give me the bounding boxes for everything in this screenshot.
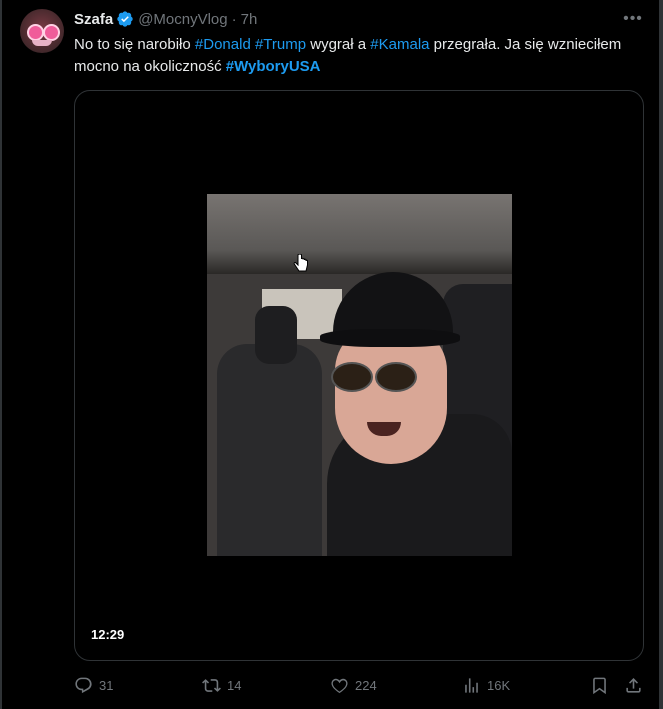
video-thumbnail[interactable]	[207, 194, 512, 556]
tweet-header: Szafa @MocnyVlog · 7h	[74, 9, 257, 29]
like-count: 224	[355, 677, 377, 693]
verified-badge-icon[interactable]	[116, 10, 134, 28]
hashtag-kamala[interactable]: #Kamala	[370, 36, 429, 53]
share-icon	[626, 677, 641, 693]
sunglasses-right	[375, 362, 417, 392]
repost-count: 14	[227, 677, 242, 693]
hashtag-wyboryusa[interactable]: #WyboryUSA	[226, 58, 321, 75]
more-icon[interactable]: •••	[622, 9, 644, 29]
timestamp[interactable]: 7h	[241, 11, 258, 28]
views-button[interactable]: 16K	[462, 672, 510, 698]
repost-button[interactable]: 14	[202, 672, 241, 698]
hashtag-trump[interactable]: #Trump	[255, 36, 306, 53]
views-icon	[465, 677, 478, 693]
car-headrest	[255, 306, 297, 364]
like-icon	[331, 678, 348, 693]
hand-cursor-icon	[293, 254, 308, 272]
avatar-left-eye	[27, 24, 44, 41]
sunglasses-left	[331, 362, 373, 392]
video-player[interactable]: 12:29	[74, 90, 644, 661]
like-button[interactable]: 224	[330, 672, 377, 698]
car-ceiling	[207, 194, 512, 274]
text-part: No to się narobiło	[74, 36, 195, 53]
cap-brim	[320, 329, 460, 347]
avatar-mouth	[32, 40, 52, 46]
author-name[interactable]: Szafa	[74, 11, 113, 28]
video-duration: 12:29	[91, 627, 125, 642]
views-count: 16K	[487, 677, 511, 693]
bookmark-button[interactable]	[590, 672, 615, 698]
tweet[interactable]: Szafa @MocnyVlog · 7h ••• No to się naro…	[0, 0, 663, 709]
bookmark-icon	[593, 677, 606, 694]
text-part: wygrał a	[306, 36, 371, 53]
reply-icon	[75, 677, 92, 693]
hashtag-donald[interactable]: #Donald	[195, 36, 251, 53]
author-handle[interactable]: @MocnyVlog	[138, 11, 227, 28]
tweet-text: No to się narobiło #Donald #Trump wygrał…	[74, 34, 634, 78]
reply-button[interactable]: 31	[74, 672, 113, 698]
separator-dot: ·	[231, 10, 237, 28]
action-bar: 31 14 224 16K	[74, 672, 644, 698]
avatar-right-eye	[43, 24, 60, 41]
repost-icon	[202, 678, 221, 692]
reply-count: 31	[99, 677, 114, 693]
car-seat	[217, 344, 322, 556]
share-button[interactable]	[624, 672, 649, 698]
avatar[interactable]	[20, 9, 64, 53]
